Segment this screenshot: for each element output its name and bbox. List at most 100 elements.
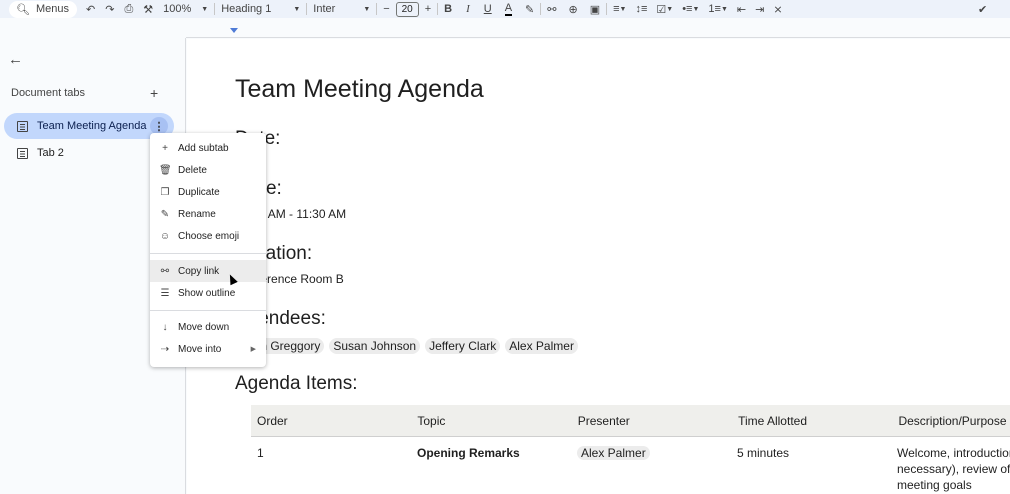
zoom-dropdown[interactable]: 100% ▼ [163, 3, 208, 15]
tab-label: Tab 2 [37, 147, 64, 159]
back-arrow-icon[interactable]: ← [8, 51, 23, 68]
paint-format-icon[interactable]: ⚒ [143, 0, 153, 18]
menu-item-label: Duplicate [178, 186, 220, 198]
menu-item-copy-link[interactable]: ⚯ Copy link [150, 260, 266, 282]
menu-item-label: Move down [178, 321, 230, 333]
person-chip[interactable]: Jeffery Clark [425, 338, 501, 354]
trash-icon: 🗑︎ [159, 164, 172, 176]
menu-item-label: Show outline [178, 287, 236, 299]
menu-item-add-subtab[interactable]: + Add subtab [150, 137, 266, 159]
column-header: Time Allotted [738, 413, 807, 428]
menu-item-delete[interactable]: 🗑︎ Delete [150, 159, 266, 181]
menus-search[interactable]: 🔍︎ Menus [9, 0, 77, 18]
description-cell: Welcome, introductions (if necessary), r… [891, 445, 1010, 493]
font-size-input[interactable]: 20 [395, 1, 419, 17]
person-chip[interactable]: Alex Palmer [577, 446, 650, 460]
column-header: Presenter [577, 413, 630, 428]
submenu-arrow-icon: ▶ [250, 346, 256, 353]
agenda-table: Order Topic Presenter Time Allotted Desc… [251, 405, 1010, 494]
table-row: 1 Opening Remarks Alex Palmer 5 minutes … [251, 437, 1010, 494]
menu-item-label: Move into [178, 343, 222, 355]
divider [606, 3, 608, 15]
zoom-value: 100% [163, 3, 192, 15]
column-header: Order [257, 413, 288, 428]
menu-item-label: Delete [178, 164, 207, 176]
tab-label: Team Meeting Agenda [37, 120, 147, 132]
pencil-icon: ✎ [160, 208, 170, 220]
add-tab-icon[interactable]: + [150, 85, 158, 101]
time-cell: 5 minutes [737, 446, 790, 460]
menu-item-label: Rename [178, 208, 216, 220]
chevron-down-icon: ▼ [363, 5, 371, 13]
divider [376, 3, 378, 15]
menu-item-label: Copy link [178, 265, 220, 277]
chevron-down-icon: ▼ [293, 5, 301, 13]
person-chip[interactable]: Susan Johnson [329, 338, 421, 354]
divider [306, 3, 308, 15]
font-value: Inter [313, 3, 336, 15]
search-icon: 🔍︎ [16, 3, 30, 16]
link-icon[interactable]: ⚯ [547, 0, 556, 18]
menu-item-duplicate[interactable]: ❐ Duplicate [150, 181, 266, 203]
text-color-icon[interactable]: A [504, 2, 513, 16]
redo-icon[interactable]: ↷ [105, 0, 114, 18]
column-header: Topic [417, 413, 446, 428]
sidebar-item-team-meeting-agenda[interactable]: Team Meeting Agenda ⋮ [4, 113, 174, 139]
column-header: Description/Purpose [898, 413, 1007, 428]
arrow-down-icon: ↓ [162, 321, 168, 333]
toolbar: 🔍︎ Menus ↶ ↷ ⎙ ⚒ 100% ▼ Heading 1 ▼ Inte… [0, 0, 1010, 18]
topic-cell: Opening Remarks [417, 446, 520, 460]
divider [540, 3, 542, 15]
decrease-font-size-button[interactable]: − [383, 0, 389, 18]
menus-label: Menus [35, 3, 69, 15]
chevron-down-icon: ▼ [201, 5, 209, 13]
divider [437, 3, 439, 15]
document-page[interactable]: Team Meeting Agenda Date: Time: 10:00 AM… [187, 39, 1010, 494]
font-dropdown[interactable]: Inter ▼ [313, 3, 370, 15]
description-line: necessary), review of [897, 462, 1010, 476]
plus-icon: + [162, 142, 168, 154]
bulleted-list-icon[interactable]: •≡ ▼ [682, 0, 699, 18]
menu-item-choose-emoji[interactable]: ☺ Choose emoji [150, 225, 266, 247]
presenter-cell: Alex Palmer [571, 445, 731, 461]
menu-item-move-into[interactable]: ⇢ Move into ▶ [150, 338, 266, 360]
spellcheck-icon[interactable]: ✔ [978, 0, 987, 18]
page-title: Team Meeting Agenda [235, 75, 484, 103]
document-tab-icon [17, 120, 28, 132]
move-into-icon: ⇢ [160, 343, 170, 355]
bold-icon[interactable]: B [444, 0, 452, 18]
ruler [186, 26, 1010, 38]
order-cell: 1 [257, 446, 264, 460]
increase-indent-icon[interactable]: ⇥ [755, 0, 764, 18]
insert-image-icon[interactable]: ▣ [590, 0, 600, 18]
undo-icon[interactable]: ↶ [86, 0, 95, 18]
checklist-icon[interactable]: ☑ ▼ [656, 0, 673, 18]
agenda-heading: Agenda Items: [235, 373, 358, 394]
increase-font-size-button[interactable]: + [425, 0, 431, 18]
align-icon[interactable]: ≡ ▼ [613, 0, 626, 18]
sidebar-item-tab-2[interactable]: Tab 2 [17, 147, 64, 159]
description-line: meeting goals [897, 478, 972, 492]
style-value: Heading 1 [221, 3, 272, 15]
add-comment-icon[interactable]: ⊕ [568, 0, 577, 18]
outline-icon: ☰ [160, 287, 170, 299]
person-chip[interactable]: Alex Palmer [505, 338, 578, 354]
menu-divider [150, 253, 266, 254]
emoji-icon: ☺ [159, 230, 171, 242]
menu-item-move-down[interactable]: ↓ Move down [150, 316, 266, 338]
style-dropdown[interactable]: Heading 1 ▼ [221, 3, 300, 15]
italic-icon[interactable]: I [466, 0, 470, 18]
numbered-list-icon[interactable]: 1≡ ▼ [708, 0, 727, 18]
decrease-indent-icon[interactable]: ⇤ [737, 0, 746, 18]
line-spacing-icon[interactable]: ↕≡ [635, 0, 647, 18]
menu-item-show-outline[interactable]: ☰ Show outline [150, 282, 266, 304]
indent-marker[interactable] [230, 28, 238, 33]
link-icon: ⚯ [160, 265, 170, 277]
menu-item-label: Add subtab [178, 142, 229, 154]
clear-formatting-icon[interactable]: ⨯ [773, 0, 782, 18]
tabs-header: Document tabs [11, 87, 85, 99]
highlight-icon[interactable]: ✎ [525, 0, 534, 18]
underline-icon[interactable]: U [484, 0, 492, 18]
menu-item-rename[interactable]: ✎ Rename [150, 203, 266, 225]
print-icon[interactable]: ⎙ [124, 0, 133, 18]
